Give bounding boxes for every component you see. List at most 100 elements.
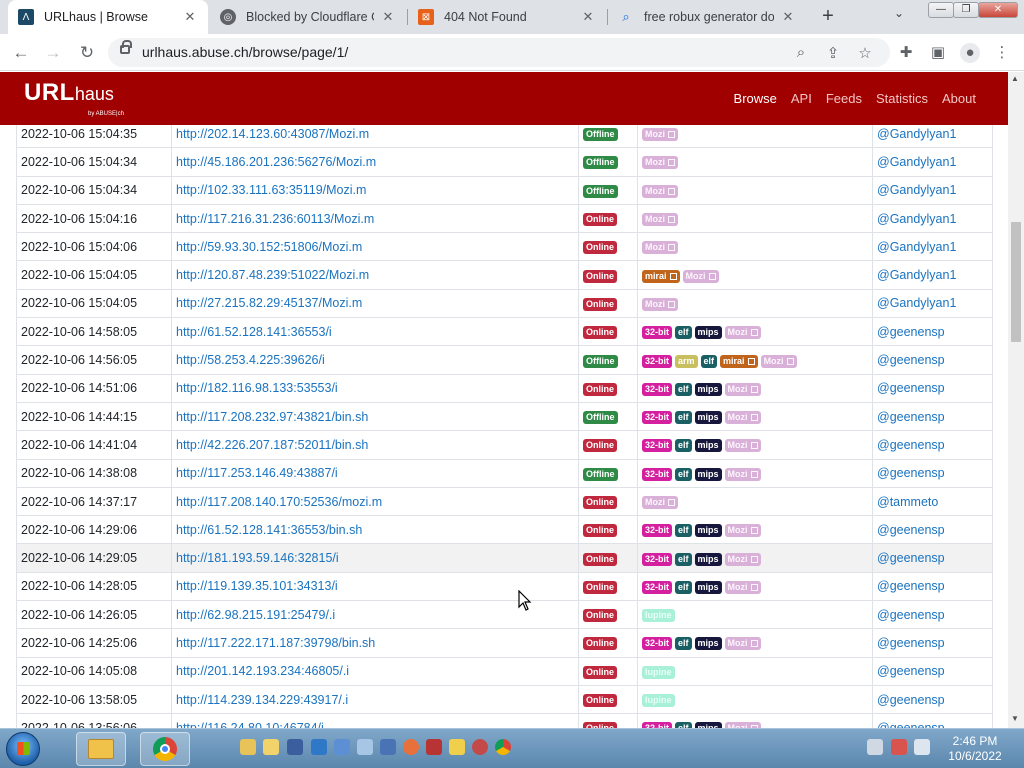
tray-flag-icon[interactable] (891, 739, 907, 755)
reporter-link[interactable]: @geenensp (872, 628, 993, 658)
profile-avatar-icon[interactable]: ● (960, 43, 980, 63)
nav-browse[interactable]: Browse (734, 91, 777, 106)
tag-badge[interactable]: elf (675, 439, 692, 453)
reporter-link[interactable]: @geenensp (872, 684, 993, 715)
tag-badge[interactable]: elf (675, 637, 692, 651)
tag-badge[interactable]: mirai (642, 269, 680, 283)
tag-badge[interactable]: mips (694, 411, 722, 425)
forward-arrow-icon[interactable]: → (42, 42, 64, 64)
tag-badge[interactable]: Mozi (724, 552, 761, 566)
extensions-puzzle-icon[interactable]: ✚ (896, 43, 916, 63)
tag-badge[interactable]: Mozi (724, 439, 761, 453)
tag-badge[interactable]: lupine (642, 609, 675, 623)
quicklaunch-winrar-icon[interactable] (426, 739, 442, 755)
tag-badge[interactable]: 32-bit (642, 524, 673, 538)
tag-badge[interactable]: Mozi (642, 128, 678, 142)
malware-url-link[interactable]: http://58.253.4.225:39626/i (171, 345, 579, 375)
tag-badge[interactable]: 32-bit (642, 552, 673, 566)
tag-badge[interactable]: mips (694, 580, 722, 594)
malware-url-link[interactable]: http://114.239.134.229:43917/.i (171, 684, 579, 715)
quicklaunch-chrome-icon[interactable] (495, 739, 511, 755)
urlhaus-logo[interactable]: URLhaus by ABUSE|ch (24, 79, 124, 117)
reporter-link[interactable]: @Gandylyan1 (872, 125, 993, 149)
address-bar[interactable]: urlhaus.abuse.ch/browse/page/1/ ⌕ ⇪ ☆ (108, 38, 890, 67)
tag-badge[interactable]: Mozi (642, 213, 678, 227)
tag-badge[interactable]: 32-bit (642, 580, 673, 594)
malware-url-link[interactable]: http://45.186.201.236:56276/Mozi.m (171, 147, 579, 177)
share-icon[interactable]: ⇪ (824, 44, 842, 62)
malware-url-link[interactable]: http://61.52.128.141:36553/i (171, 317, 579, 347)
tag-badge[interactable]: lupine (642, 665, 675, 679)
tag-badge[interactable]: elf (675, 552, 692, 566)
tag-badge[interactable]: lupine (642, 694, 675, 708)
reporter-link[interactable]: @geenensp (872, 713, 993, 728)
tag-badge[interactable]: mips (694, 637, 722, 651)
tag-badge[interactable]: Mozi (724, 637, 761, 651)
malware-url-link[interactable]: http://117.222.171.187:39798/bin.sh (171, 628, 579, 658)
nav-statistics[interactable]: Statistics (876, 91, 928, 106)
tab-urlhaus[interactable]: Λ URLhaus | Browse ✕ (8, 0, 208, 34)
quicklaunch-recycle-icon[interactable] (357, 739, 373, 755)
quicklaunch-stop-icon[interactable] (472, 739, 488, 755)
page-scrollbar[interactable]: ▲ ▼ (1008, 72, 1024, 728)
close-tab-icon[interactable]: ✕ (380, 9, 396, 25)
tag-badge[interactable]: elf (675, 467, 692, 481)
menu-kebab-icon[interactable]: ⋮ (992, 43, 1012, 63)
tag-badge[interactable]: mips (694, 552, 722, 566)
tag-badge[interactable]: elf (700, 354, 718, 368)
quicklaunch-monitor-icon[interactable] (380, 739, 396, 755)
reporter-link[interactable]: @geenensp (872, 373, 993, 403)
malware-url-link[interactable]: http://117.208.140.170:52536/mozi.m (171, 486, 579, 517)
minimize-button[interactable]: — (928, 2, 954, 18)
start-button[interactable] (6, 732, 40, 766)
malware-url-link[interactable]: http://102.33.111.63:35119/Mozi.m (171, 175, 579, 205)
nav-feeds[interactable]: Feeds (826, 91, 862, 106)
reporter-link[interactable]: @geenensp (872, 317, 993, 347)
bookmark-star-icon[interactable]: ☆ (856, 44, 874, 62)
tag-badge[interactable]: Mozi (724, 382, 761, 396)
tag-badge[interactable]: mips (694, 467, 722, 481)
tag-badge[interactable]: Mozi (724, 411, 761, 425)
nav-api[interactable]: API (791, 91, 812, 106)
reporter-link[interactable]: @geenensp (872, 458, 993, 488)
close-window-button[interactable]: ✕ (978, 2, 1018, 18)
tag-badge[interactable]: 32-bit (642, 382, 673, 396)
malware-url-link[interactable]: http://120.87.48.239:51022/Mozi.m (171, 260, 579, 290)
reporter-link[interactable]: @geenensp (872, 656, 993, 686)
tag-badge[interactable]: mips (694, 382, 722, 396)
tag-badge[interactable]: 32-bit (642, 326, 673, 340)
malware-url-link[interactable]: http://201.142.193.234:46805/.i (171, 656, 579, 686)
tag-badge[interactable]: elf (675, 524, 692, 538)
tag-badge[interactable]: Mozi (642, 184, 678, 198)
tray-network-icon[interactable] (867, 739, 883, 755)
tag-badge[interactable]: mips (694, 524, 722, 538)
quicklaunch-display-icon[interactable] (334, 739, 350, 755)
quicklaunch-firefox-icon[interactable] (403, 739, 419, 755)
reporter-link[interactable]: @geenensp (872, 600, 993, 630)
tab-search[interactable]: ⌕ free robux generator dov ✕ (608, 0, 806, 34)
malware-url-link[interactable]: http://117.208.232.97:43821/bin.sh (171, 401, 579, 432)
zoom-search-icon[interactable]: ⌕ (792, 44, 810, 61)
tag-badge[interactable]: Mozi (724, 467, 761, 481)
malware-url-link[interactable]: http://61.52.128.141:36553/bin.sh (171, 515, 579, 545)
tag-badge[interactable]: mirai (720, 354, 758, 368)
close-tab-icon[interactable]: ✕ (182, 9, 198, 25)
tray-volume-icon[interactable] (914, 739, 930, 755)
reporter-link[interactable]: @Gandylyan1 (872, 260, 993, 290)
malware-url-link[interactable]: http://59.93.30.152:51806/Mozi.m (171, 232, 579, 262)
taskbar-clock[interactable]: 2:46 PM 10/6/2022 (940, 734, 1010, 764)
tag-badge[interactable]: elf (675, 580, 692, 594)
scroll-down-arrow-icon[interactable]: ▼ (1011, 714, 1019, 723)
tag-badge[interactable]: 32-bit (642, 354, 673, 368)
reload-icon[interactable]: ↻ (76, 42, 98, 64)
quicklaunch-pdf-icon[interactable] (449, 739, 465, 755)
close-tab-icon[interactable]: ✕ (780, 9, 796, 25)
tag-badge[interactable]: Mozi (724, 524, 761, 538)
close-tab-icon[interactable]: ✕ (580, 9, 596, 25)
tag-badge[interactable]: Mozi (642, 297, 678, 311)
malware-url-link[interactable]: http://116.24.80.10:46784/i (171, 713, 579, 728)
reporter-link[interactable]: @geenensp (872, 401, 993, 432)
reporter-link[interactable]: @tammeto (872, 486, 993, 517)
scroll-up-arrow-icon[interactable]: ▲ (1011, 74, 1019, 83)
reporter-link[interactable]: @Gandylyan1 (872, 288, 993, 319)
